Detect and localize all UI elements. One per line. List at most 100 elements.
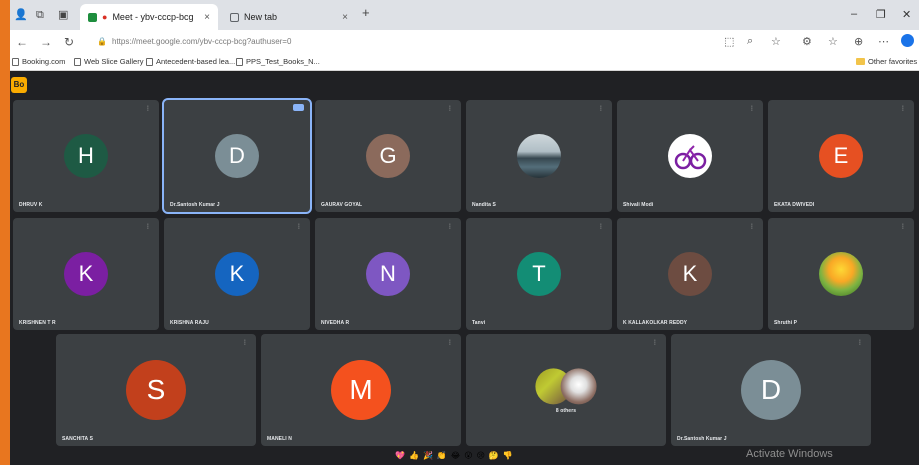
collections-icon[interactable]: ⊕ <box>854 35 863 48</box>
reaction-emoji[interactable]: 😂 <box>451 451 460 461</box>
tile-options-icon[interactable]: ⋮ <box>242 339 248 346</box>
participant-name: K KALLAKOLKAR REDDY <box>623 320 688 326</box>
activate-windows-watermark: Activate Windows <box>746 448 833 460</box>
bookmark-antecedent[interactable]: Antecedent-based lea... <box>146 57 235 66</box>
lock-icon: 🔒 <box>97 37 107 46</box>
forward-arrow-icon[interactable]: → <box>40 35 52 49</box>
tile-options-icon[interactable]: ⋮ <box>857 339 863 346</box>
reaction-emoji[interactable]: 👎 <box>503 451 513 461</box>
bookmark-label: Antecedent-based lea... <box>156 57 236 66</box>
participant-name: Shruthi P <box>774 320 798 326</box>
restore-button[interactable]: ❐ <box>876 8 886 21</box>
tile-options-icon[interactable]: ⋮ <box>296 223 302 230</box>
participant-avatar: K <box>215 252 259 296</box>
tile-options-icon[interactable]: ⋮ <box>749 105 755 112</box>
new-tab-button[interactable]: + <box>362 6 370 19</box>
page-icon <box>236 57 243 66</box>
participant-tile[interactable]: ⋮ Nandita S <box>466 100 612 212</box>
tab-new-tab-title: New tab <box>244 12 278 22</box>
bookmark-pps[interactable]: PPS_Test_Books_N... <box>236 57 320 66</box>
tile-options-icon[interactable]: ⋮ <box>749 223 755 230</box>
meet-favicon-icon <box>88 12 97 22</box>
participant-tile[interactable]: H ⋮ DHRUV K <box>13 100 159 212</box>
more-icon[interactable]: ⋯ <box>878 35 889 48</box>
participant-tile[interactable]: M ⋮ MANELI N <box>261 334 461 446</box>
participant-name: Dr.Santosh Kumar J <box>677 436 727 442</box>
reaction-emoji[interactable]: 😢 <box>477 451 485 461</box>
tile-options-icon[interactable]: ⋮ <box>447 339 453 346</box>
group-photo-avatar <box>560 368 597 405</box>
participant-tile[interactable]: ⋮ Shivali Modi <box>617 100 763 212</box>
landscape-photo-avatar <box>517 134 561 178</box>
participant-tile[interactable]: N ⋮ NIVEDHA R <box>315 218 461 330</box>
speaking-indicator-icon <box>293 104 304 111</box>
page-icon <box>146 57 153 66</box>
participant-avatar: T <box>517 252 561 296</box>
tile-options-icon[interactable]: ⋮ <box>447 105 453 112</box>
bookmark-label: Web Slice Gallery <box>84 57 144 66</box>
participant-tile[interactable]: ⋮ Shruthi P <box>768 218 914 330</box>
participant-name: Dr.Santosh Kumar J <box>170 202 220 208</box>
bookmark-web-slice[interactable]: Web Slice Gallery <box>74 57 143 66</box>
bicycle-photo-avatar <box>668 134 712 178</box>
participant-tile[interactable]: ⋮ 8 others <box>466 334 666 446</box>
participant-name: KRISHNA RAJU <box>170 320 209 326</box>
tile-options-icon[interactable]: ⋮ <box>900 105 906 112</box>
tile-options-icon[interactable]: ⋮ <box>447 223 453 230</box>
bookmark-other-favorites[interactable]: Other favorites <box>856 57 917 66</box>
participant-tile[interactable]: S ⋮ SANCHITA S <box>56 334 256 446</box>
bookmark-booking[interactable]: Booking.com <box>12 57 65 66</box>
favorites-icon[interactable]: ☆ <box>828 35 838 48</box>
profile-icon[interactable]: 👤 <box>14 9 28 21</box>
tab-close-icon[interactable]: × <box>204 12 210 23</box>
cartoon-photo-avatar <box>819 252 863 296</box>
participant-tile[interactable]: G ⋮ GAURAV GOYAL <box>315 100 461 212</box>
page-icon <box>74 57 81 66</box>
participant-tile[interactable]: E ⋮ EKATA DWIVEDI <box>768 100 914 212</box>
participant-avatar: N <box>366 252 410 296</box>
participant-avatar: K <box>668 252 712 296</box>
reaction-emoji[interactable]: 👏 <box>437 451 447 461</box>
extension-icon[interactable]: ⚙ <box>802 35 812 48</box>
zoom-icon[interactable]: ⌕ <box>747 35 753 48</box>
tile-options-icon[interactable]: ⋮ <box>598 105 604 112</box>
participant-tile[interactable]: K ⋮ K KALLAKOLKAR REDDY <box>617 218 763 330</box>
participant-tile[interactable]: K ⋮ KRISHNEN T R <box>13 218 159 330</box>
favorite-star-icon[interactable]: ☆ <box>771 35 781 48</box>
breakout-badge[interactable]: Bo <box>11 77 27 93</box>
reaction-emoji[interactable]: 🎉 <box>423 451 433 461</box>
reaction-emoji[interactable]: 😮 <box>464 451 472 461</box>
edge-profile-icon[interactable] <box>901 34 914 47</box>
reaction-bar: 💖 👍 🎉 👏 😂 😮 😢 🤔 👎 <box>395 451 513 461</box>
camera-icon[interactable]: ⬚ <box>724 35 734 48</box>
bookmarks-bar: Booking.com Web Slice Gallery Antecedent… <box>0 54 919 71</box>
participant-tile[interactable]: T ⋮ Tanvi <box>466 218 612 330</box>
tab-meet-title: Meet - ybv-cccp-bcg <box>112 12 194 22</box>
participant-tile[interactable]: D Dr.Santosh Kumar J <box>162 98 312 214</box>
close-window-button[interactable]: ✕ <box>902 8 911 21</box>
tile-options-icon[interactable]: ⋮ <box>598 223 604 230</box>
refresh-icon[interactable]: ↻ <box>64 35 74 49</box>
participant-avatar: D <box>741 360 801 420</box>
page-icon <box>12 57 19 66</box>
tile-options-icon[interactable]: ⋮ <box>652 339 658 346</box>
reaction-emoji[interactable]: 🤔 <box>489 451 499 461</box>
tile-options-icon[interactable]: ⋮ <box>145 223 151 230</box>
minimize-button[interactable]: – <box>851 8 857 20</box>
bookmark-label: Other favorites <box>868 57 918 66</box>
tile-options-icon[interactable]: ⋮ <box>145 105 151 112</box>
tab-meet[interactable]: ● Meet - ybv-cccp-bcg × <box>80 4 218 30</box>
tab-actions-icon[interactable]: ▣ <box>58 9 68 21</box>
tile-options-icon[interactable]: ⋮ <box>900 223 906 230</box>
tab-close-icon[interactable]: × <box>342 12 348 23</box>
participant-tile[interactable]: D ⋮ Dr.Santosh Kumar J <box>671 334 871 446</box>
participant-tile[interactable]: K ⋮ KRISHNA RAJU <box>164 218 310 330</box>
reaction-emoji[interactable]: 👍 <box>409 451 419 461</box>
back-arrow-icon[interactable]: ← <box>16 35 28 49</box>
url-field[interactable]: 🔒 https://meet.google.com/ybv-cccp-bcg?a… <box>90 33 710 51</box>
tab-new-tab[interactable]: New tab × <box>222 4 356 30</box>
workspaces-icon[interactable]: ⧉ <box>36 9 44 21</box>
participant-name: MANELI N <box>267 436 292 442</box>
reaction-emoji[interactable]: 💖 <box>395 451 405 461</box>
browser-address-bar: ← → ↻ 🔒 https://meet.google.com/ybv-cccp… <box>0 30 919 54</box>
